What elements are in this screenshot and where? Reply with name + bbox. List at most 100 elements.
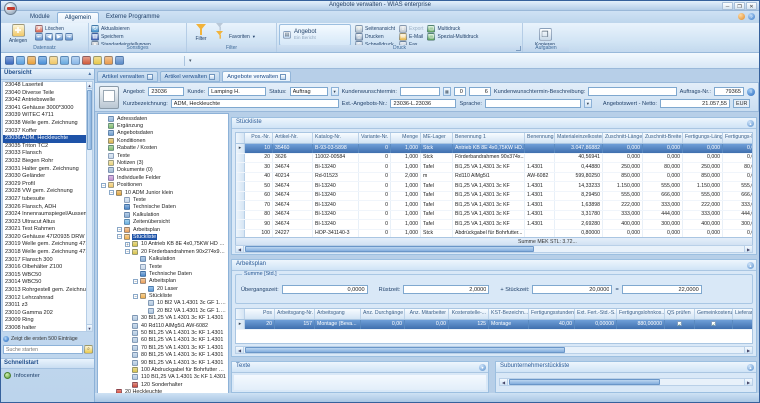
user-icon[interactable] <box>38 56 47 65</box>
column-header[interactable]: Ext. Fert.-Std.-S... <box>575 309 617 319</box>
column-header[interactable]: Gemeinkostenz... <box>695 309 733 319</box>
notes-icon[interactable] <box>71 56 80 65</box>
scrollbar-thumb[interactable] <box>509 379 660 385</box>
stueckzeit-field[interactable] <box>532 285 612 294</box>
ruestzeit-field[interactable] <box>403 285 489 294</box>
checkbox-icon[interactable]: ✓ <box>711 321 716 326</box>
tree-item[interactable]: −Arbeitsplan <box>98 226 228 233</box>
tree-item[interactable]: Notizen (3) <box>98 159 228 166</box>
row-selector[interactable] <box>236 201 245 210</box>
tree-item[interactable]: 80 Bl1,25 VA 1.4301 3c KF 1.4301 <box>98 352 228 359</box>
email-button[interactable]: ✉ E-Mail <box>399 33 423 40</box>
row-selector[interactable] <box>236 230 245 239</box>
schnellstart-header[interactable]: Schnellstart <box>1 358 94 369</box>
list-item[interactable]: 23031 Halter gem. Zeichnung <box>3 166 86 174</box>
table-row[interactable]: 9034674Bl-1324001,000TafelBl1,25 VA 1,43… <box>236 220 752 230</box>
column-header[interactable]: Anz. Durchgänge <box>361 309 405 319</box>
table-row[interactable]: 8034674Bl-1324001,000TafelBl1,25 VA 1,43… <box>236 211 752 221</box>
tree-item[interactable]: +10 Antrieb KB 8E 4x0,75KW HD + UV568A-U… <box>98 241 228 248</box>
tree-item[interactable]: −10 ADM Junior klein <box>98 189 228 196</box>
kunde-field[interactable] <box>208 87 266 96</box>
tree-item[interactable]: Zeitenübersicht <box>98 218 228 225</box>
help-icon[interactable]: ? <box>748 13 755 20</box>
seitenansicht-button[interactable]: ⌕ Seitenansicht <box>355 25 395 32</box>
filter-button[interactable]: Filter <box>189 24 213 46</box>
column-header[interactable]: Pos.-Nr. <box>245 133 273 143</box>
list-item[interactable]: 23019 Welle gem. Zeichnung 4711 <box>3 241 86 249</box>
tree-item[interactable]: 110 Bl1,25 VA 1.4301 3c KF 1.4301 <box>98 374 228 381</box>
mail-icon[interactable] <box>16 56 25 65</box>
table-row[interactable]: ▸1035460B-93-03-589801,000StckAntrieb KB… <box>236 144 752 154</box>
column-header[interactable]: Fertigungs-Breite <box>723 133 753 143</box>
angebot-report-button[interactable]: ▤ Angebot Ein Bericht <box>279 24 351 46</box>
list-item[interactable]: 23039 WITEC 4711 <box>3 112 86 120</box>
edit-icon[interactable] <box>115 56 124 65</box>
list-item[interactable]: 23038 Welle gem. Zeichnung <box>3 120 86 128</box>
list-item[interactable]: 23013 Rohrgestell gem. Zeichnung <box>3 287 86 295</box>
scrollbar-thumb[interactable] <box>245 347 565 353</box>
table-row[interactable]: 3034674Bl-1324001,000TafelBl1,25 VA 1,43… <box>236 163 752 173</box>
list-item[interactable]: 23016 Ölbehälter Z100 <box>3 264 86 272</box>
aktualisieren-button[interactable]: ↻ Aktualisieren <box>91 25 184 32</box>
list-item[interactable]: 23026 Flansch, ADH <box>3 204 86 212</box>
collapse-node-icon[interactable]: − <box>109 190 114 195</box>
tree-item[interactable]: Technische Daten <box>98 270 228 277</box>
scroll-right-icon[interactable]: ▶ <box>744 246 752 252</box>
column-header[interactable]: Anz. Mitarbeiter <box>405 309 449 319</box>
list-item[interactable]: 23015 WBC50 <box>3 272 86 280</box>
list-item[interactable]: 23027 tubesuite <box>3 196 86 204</box>
table-row[interactable]: 7034674Bl-1324001,000TafelBl1,25 VA 1,43… <box>236 201 752 211</box>
column-header[interactable]: Fertigungsstunden... <box>529 309 575 319</box>
scrollbar-thumb[interactable] <box>245 246 534 252</box>
expand-node-icon[interactable]: + <box>125 242 130 247</box>
sprache-field[interactable] <box>485 99 581 108</box>
table-row[interactable]: 10024227HOP-341140-301,000StckAbdrückgab… <box>236 230 752 239</box>
save-icon[interactable] <box>5 56 14 65</box>
list-item[interactable]: 23037 Koffer <box>3 128 86 136</box>
close-icon[interactable]: ✕ <box>746 2 757 10</box>
ribbon-options-icon[interactable] <box>738 13 745 20</box>
tree-item[interactable]: −Arbeitsplan <box>98 278 228 285</box>
list-item[interactable]: 23036 ADM, Heckleuchte <box>3 135 86 143</box>
tree-item[interactable]: 20 Laser <box>98 285 228 292</box>
tree-item[interactable]: Rabatte / Kosten <box>98 145 228 152</box>
sidebar-scrollbar[interactable]: ▲ ▼ <box>86 81 93 332</box>
list-item[interactable]: 23009 Ring <box>3 317 86 325</box>
document-icon[interactable] <box>60 56 69 65</box>
collapse-panel-icon[interactable]: ▴ <box>747 262 754 269</box>
app-logo-icon[interactable] <box>4 2 17 15</box>
column-header[interactable]: Zuschnitt-Breite <box>643 133 683 143</box>
table-row[interactable]: ▸20157Montage (Beva...0,000,00125Montage… <box>236 320 752 330</box>
list-item[interactable]: 23023 Ultracut Altus <box>3 219 86 227</box>
termin-week-field[interactable] <box>454 87 466 96</box>
column-header[interactable]: Fertigungslohnkos... <box>617 309 665 319</box>
tree-item[interactable]: Angebotsdaten <box>98 130 228 137</box>
list-item[interactable]: 23018 Welle gem. Zeichnung 4711 <box>3 249 86 257</box>
speichern-button[interactable]: ▤ Speichern <box>91 33 184 40</box>
order-info-icon[interactable]: i <box>747 88 755 96</box>
tree-item[interactable]: −Stückliste <box>98 233 228 240</box>
list-item[interactable]: 23010 Gamma 202 <box>3 310 86 318</box>
scroll-down-icon[interactable]: ▼ <box>87 324 92 331</box>
chevron-up-icon[interactable]: ▴ <box>88 71 91 77</box>
tree-item[interactable]: Kalkulation <box>98 255 228 262</box>
drucken-button[interactable]: ⎙ Drucken <box>355 33 395 40</box>
termin-day-field[interactable] <box>469 87 491 96</box>
toolbar-overflow-icon[interactable]: ▾ <box>189 58 192 64</box>
scroll-right-icon[interactable]: ▶ <box>744 347 752 353</box>
tree-item[interactable]: 120 Sonderhalter <box>98 381 228 388</box>
texte-panel-header[interactable]: Texte ▾ <box>232 362 488 373</box>
tree-item[interactable]: 60 Bl1,25 VA 1.4301 3c KF 1.4301 <box>98 337 228 344</box>
tab-module[interactable]: Module <box>23 12 57 23</box>
ext-angebots-nr-field[interactable] <box>390 99 456 108</box>
list-item[interactable]: 23032 Biegen Rohr <box>3 158 86 166</box>
row-selector[interactable] <box>236 192 245 201</box>
row-selector[interactable] <box>236 154 245 163</box>
tree-item[interactable]: 100 Abdruckgabel für Bohrfutter B16 und … <box>98 366 228 373</box>
tab-allgemein[interactable]: Allgemein <box>57 12 99 23</box>
stueckliste-hscrollbar[interactable]: ◀ ▶ <box>235 245 753 253</box>
collapse-node-icon[interactable]: − <box>133 294 138 299</box>
favoriten-button[interactable]: Favoriten ▼ <box>216 33 256 40</box>
scroll-left-icon[interactable]: ◀ <box>236 246 244 252</box>
collapse-panel-icon[interactable]: ▴ <box>747 364 754 371</box>
